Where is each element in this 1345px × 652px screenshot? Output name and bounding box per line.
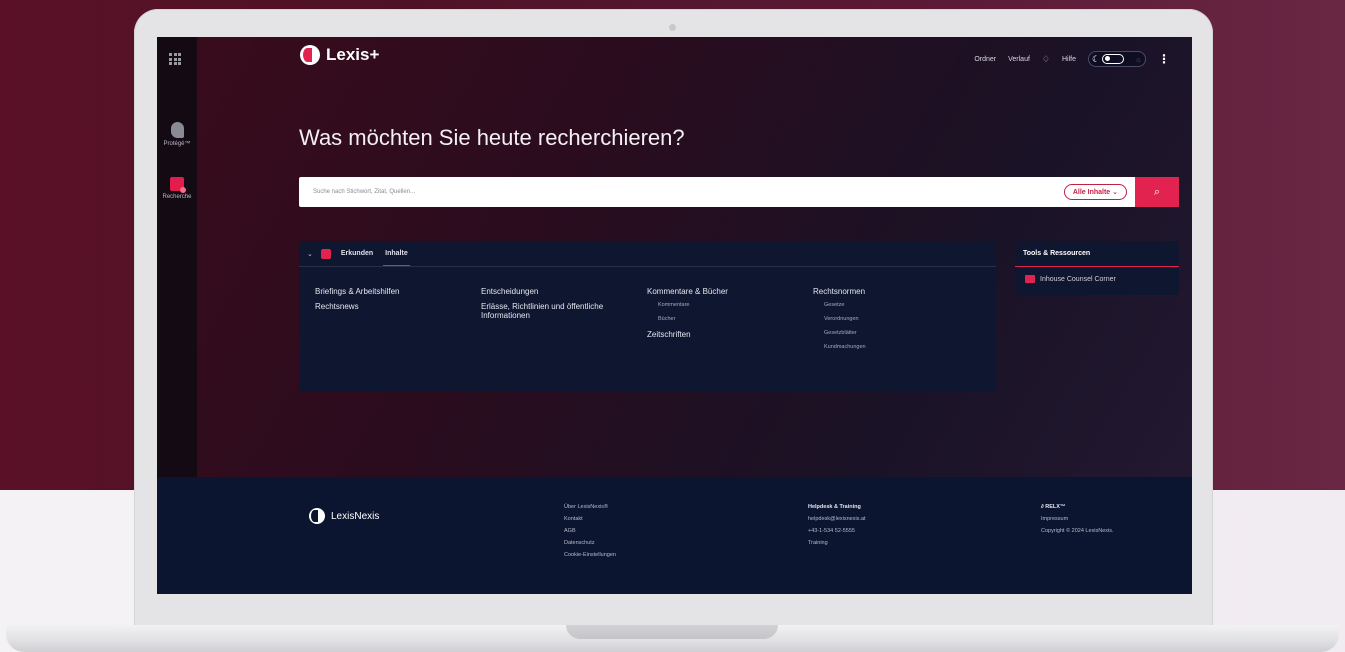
link-kommentare[interactable]: Kommentare (658, 302, 813, 308)
tab-erkunden[interactable]: Erkunden (339, 242, 375, 265)
footer: LexisNexis Über LexisNexis® Kontakt AGB … (157, 477, 1192, 594)
panel-tabs: ⌄ Erkunden Inhalte (299, 241, 996, 267)
relx-label: RELX™ (1045, 504, 1066, 510)
column-rechtsnormen: Rechtsnormen Gesetze Verordnungen Gesetz… (813, 287, 979, 358)
toggle-switch (1102, 54, 1125, 64)
link-entscheidungen[interactable]: Entscheidungen (481, 287, 647, 296)
link-kundmachungen[interactable]: Kundmachungen (824, 344, 979, 350)
search-bar: Suche nach Stichwort, Zitat, Quellen... … (299, 177, 1179, 207)
laptop-camera (669, 24, 676, 31)
theme-toggle[interactable]: ☾ ☼ (1088, 51, 1146, 67)
tools-item-inhouse[interactable]: Inhouse Counsel Corner (1015, 267, 1179, 291)
footer-helpdesk-email[interactable]: helpdesk@lexisnexis.at (808, 516, 866, 522)
brand-name: Lexis+ (326, 45, 380, 64)
search-icon: ⌕ (1153, 185, 1161, 198)
search-scope-label: Alle Inhalte (1072, 189, 1111, 196)
tab-inhalte[interactable]: Inhalte (383, 242, 410, 266)
video-icon (1025, 275, 1035, 283)
link-gesetze[interactable]: Gesetze (824, 302, 979, 308)
footer-link-cookies[interactable]: Cookie-Einstellungen (564, 552, 616, 558)
link-gesetzblaetter[interactable]: Gesetzblätter (824, 330, 979, 336)
footer-brand: LexisNexis (331, 510, 380, 522)
content-panel: ⌄ Erkunden Inhalte Briefings & Arbeitshi… (299, 241, 996, 392)
footer-col-relx: ∂ RELX™ Impressum Copyright © 2024 Lexis… (1041, 504, 1114, 540)
rail-item-protege[interactable]: Protégé™ (157, 122, 197, 147)
link-buecher[interactable]: Bücher (658, 316, 813, 322)
footer-copyright: Copyright © 2024 LexisNexis. (1041, 528, 1114, 534)
search-input[interactable]: Suche nach Stichwort, Zitat, Quellen... (313, 189, 1064, 195)
tools-panel: Tools & Ressourcen Inhouse Counsel Corne… (1015, 241, 1179, 295)
brand-logo[interactable]: Lexis+ (300, 45, 379, 65)
link-zeitschriften[interactable]: Zeitschriften (647, 330, 813, 339)
app-grid-icon[interactable] (169, 53, 181, 65)
column-entscheidungen: Entscheidungen Erlässe, Richtlinien und … (481, 287, 647, 358)
footer-link-impressum[interactable]: Impressum (1041, 516, 1114, 522)
search-scope-dropdown[interactable]: Alle Inhalte ⌄ (1063, 184, 1127, 200)
lexis-logo-icon (300, 45, 320, 65)
footer-logo[interactable]: LexisNexis (309, 508, 379, 524)
link-erlaesse[interactable]: Erlässe, Richtlinien und öffentliche Inf… (481, 302, 647, 320)
search-button[interactable]: ⌕ (1135, 177, 1179, 207)
link-kommentare-buecher[interactable]: Kommentare & Bücher (647, 287, 813, 296)
tools-item-label: Inhouse Counsel Corner (1040, 275, 1116, 283)
footer-col-helpdesk: Helpdesk & Training helpdesk@lexisnexis.… (808, 504, 866, 552)
panel-columns: Briefings & Arbeitshilfen Rechtsnews Ent… (299, 267, 996, 358)
bell-icon[interactable]: ♢ (1042, 54, 1050, 65)
link-rechtsnormen[interactable]: Rechtsnormen (813, 287, 979, 296)
erkunden-icon (320, 248, 331, 259)
app-screen: Protégé™ Recherche Lexis+ Ordner Verlauf… (157, 37, 1192, 594)
footer-link-training[interactable]: Training (808, 540, 866, 546)
nav-verlauf[interactable]: Verlauf (1008, 56, 1030, 63)
footer-link-ueber[interactable]: Über LexisNexis® (564, 504, 616, 510)
laptop-notch (566, 625, 778, 639)
sun-icon: ☼ (1134, 54, 1142, 64)
footer-link-datenschutz[interactable]: Datenschutz (564, 540, 616, 546)
rail-label-recherche: Recherche (162, 194, 192, 200)
link-briefings[interactable]: Briefings & Arbeitshilfen (315, 287, 481, 296)
rail-item-recherche[interactable]: Recherche (157, 177, 197, 200)
relx-logo: ∂ RELX™ (1041, 504, 1114, 510)
moon-icon: ☾ (1092, 53, 1101, 64)
nav-ordner[interactable]: Ordner (974, 56, 996, 63)
protege-icon (170, 122, 184, 138)
rail-label-protege: Protégé™ (163, 141, 191, 147)
recherche-icon (170, 177, 186, 193)
tools-title: Tools & Ressourcen (1015, 241, 1179, 267)
page-title: Was möchten Sie heute recherchieren? (299, 125, 685, 150)
nav-hilfe[interactable]: Hilfe (1062, 56, 1076, 63)
more-menu-icon[interactable]: ⋮ (1158, 52, 1170, 66)
link-rechtsnews[interactable]: Rechtsnews (315, 302, 481, 311)
collapse-chevron-icon[interactable]: ⌄ (307, 250, 313, 258)
link-verordnungen[interactable]: Verordnungen (824, 316, 979, 322)
footer-helpdesk-title: Helpdesk & Training (808, 504, 861, 510)
footer-helpdesk-phone[interactable]: +43-1-534 52-5555 (808, 528, 866, 534)
column-kommentare: Kommentare & Bücher Kommentare Bücher Ze… (647, 287, 813, 358)
lexisnexis-logo-icon (309, 508, 325, 524)
footer-link-kontakt[interactable]: Kontakt (564, 516, 616, 522)
footer-col-about: Über LexisNexis® Kontakt AGB Datenschutz… (564, 504, 616, 564)
footer-link-agb[interactable]: AGB (564, 528, 616, 534)
column-briefings: Briefings & Arbeitshilfen Rechtsnews (315, 287, 481, 358)
top-nav: Ordner Verlauf ♢ Hilfe ☾ ☼ ⋮ (974, 51, 1170, 67)
